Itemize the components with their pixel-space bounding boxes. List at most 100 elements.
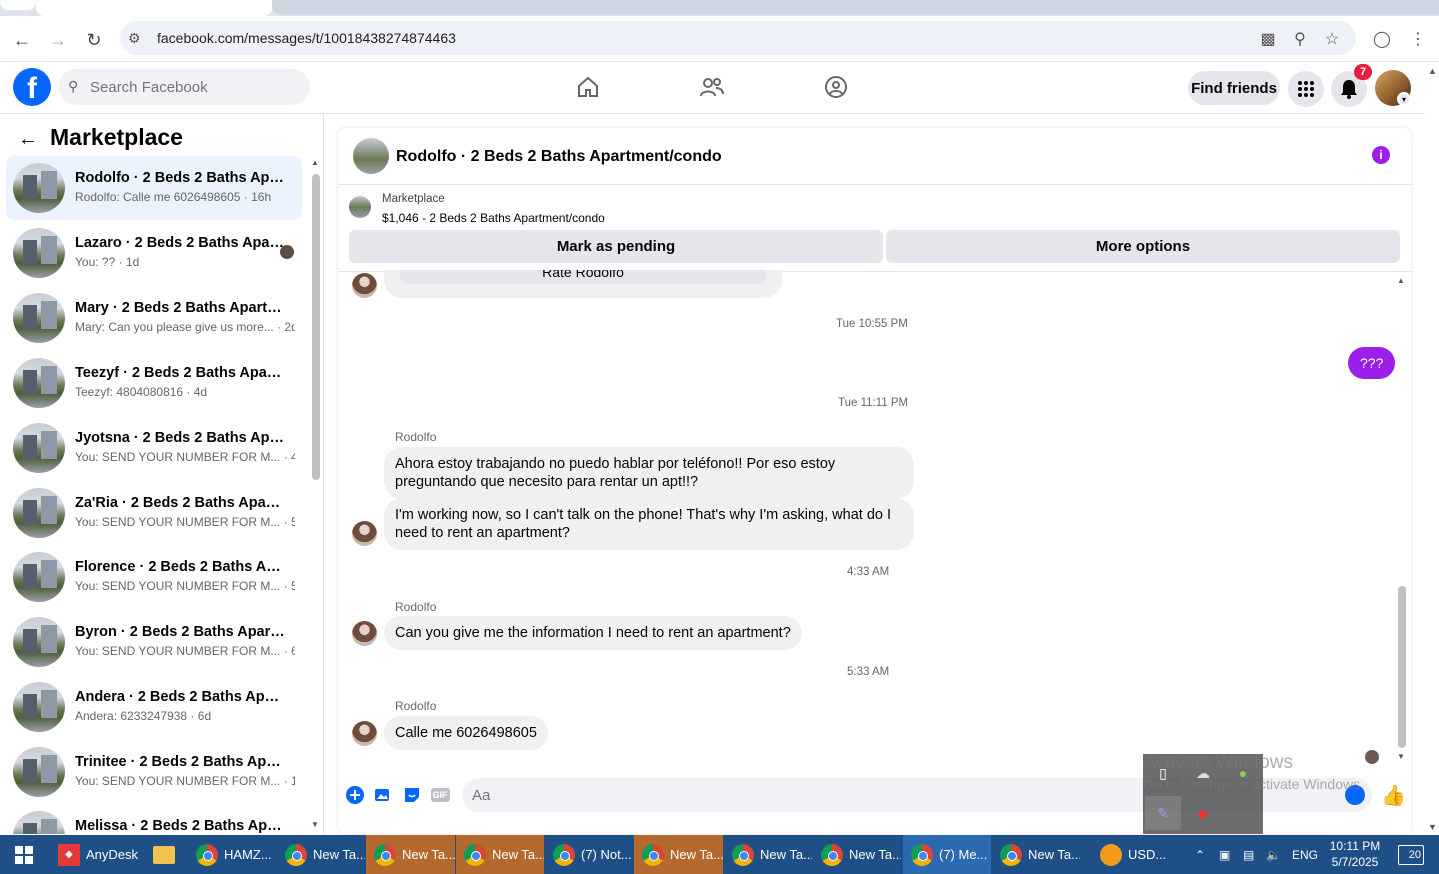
taskbar-item-chrome[interactable]: New Ta... <box>634 835 723 874</box>
taskbar-item-chrome[interactable]: New Ta... <box>724 835 812 874</box>
conversation-item[interactable]: Andera · 2 Beds 2 Baths Apartm... Andera… <box>6 675 302 739</box>
taskbar-item-anydesk[interactable]: ◆ AnyDesk <box>50 835 142 874</box>
conversation-name: Teezyf · 2 Beds 2 Baths Apartme... <box>75 365 285 381</box>
conversation-name: Rodolfo · 2 Beds 2 Baths Apart... <box>75 170 285 186</box>
language-indicator[interactable]: ENG <box>1292 835 1318 874</box>
address-bar[interactable]: ⚙ facebook.com/messages/t/10018438274874… <box>120 21 1356 55</box>
find-friends-button[interactable]: Find friends <box>1188 71 1280 105</box>
sender-avatar[interactable] <box>352 621 377 646</box>
back-arrow-icon[interactable]: ← <box>10 28 34 52</box>
chrome-icon <box>374 843 396 866</box>
conversation-item[interactable]: Rodolfo · 2 Beds 2 Baths Apart... Rodolf… <box>6 156 302 220</box>
conversation-item[interactable]: Trinitee · 2 Beds 2 Baths Apartm... You:… <box>6 740 302 804</box>
browser-tab-active[interactable] <box>36 0 272 16</box>
chat-scrollbar[interactable] <box>1398 586 1406 748</box>
profile-icon[interactable]: ◯ <box>1371 28 1393 50</box>
address-bar-url[interactable]: facebook.com/messages/t/1001843827487446… <box>157 30 456 46</box>
reload-icon[interactable]: ↻ <box>82 28 106 52</box>
taskbar-item-chrome[interactable]: HAMZ... <box>188 835 276 874</box>
message-timestamp: Tue 10:55 PM <box>836 318 908 330</box>
volume-icon[interactable]: 🔈 <box>1266 835 1281 874</box>
chat-title[interactable]: Rodolfo · 2 Beds 2 Baths Apartment/condo <box>396 148 722 166</box>
listing-price[interactable]: $1,046 - 2 Beds 2 Baths Apartment/condo <box>382 211 605 225</box>
chevron-down-icon[interactable]: ▾ <box>1397 92 1411 106</box>
zoom-icon[interactable]: ⚲ <box>1289 28 1311 50</box>
thumbs-up-icon[interactable]: 👍 <box>1381 783 1406 808</box>
info-icon[interactable]: i <box>1372 146 1390 164</box>
conversation-item[interactable]: Byron · 2 Beds 2 Baths Apartme... You: S… <box>6 610 302 674</box>
forward-arrow-icon[interactable]: → <box>46 28 70 52</box>
anydesk-tray-icon[interactable]: ◆ <box>1185 796 1221 830</box>
pen-app-icon[interactable]: ✎ <box>1145 796 1181 830</box>
conversation-name: Florence · 2 Beds 2 Baths Apart... <box>75 559 285 575</box>
facebook-logo-icon[interactable]: f <box>13 68 51 106</box>
taskbar-item-chrome[interactable]: New Ta... <box>813 835 901 874</box>
conversation-list-scrollbar[interactable] <box>312 174 320 480</box>
conversation-item[interactable]: Melissa · 2 Beds 2 Baths Apartm... <box>6 804 302 834</box>
listing-thumbnail <box>13 163 65 213</box>
photo-icon[interactable] <box>373 785 393 805</box>
listing-thumbnail[interactable] <box>349 196 371 218</box>
conversation-item[interactable]: Mary · 2 Beds 2 Baths Apartmen... Mary: … <box>6 286 302 350</box>
conversation-item[interactable]: Za'Ria · 2 Beds 2 Baths Apartme... You: … <box>6 481 302 545</box>
search-box[interactable]: ⚲ <box>58 69 310 105</box>
sender-avatar[interactable] <box>352 273 377 298</box>
chrome-icon <box>464 843 486 866</box>
incoming-message[interactable]: Calle me 6026498605 <box>384 716 548 750</box>
incoming-message[interactable]: Can you give me the information I need t… <box>384 616 802 650</box>
home-icon[interactable] <box>574 74 602 100</box>
mark-as-pending-button[interactable]: Mark as pending <box>349 230 883 263</box>
taskbar-item-file-explorer[interactable] <box>145 835 187 874</box>
browser-menu-icon[interactable]: ⋮ <box>1407 28 1429 50</box>
sticker-icon[interactable] <box>402 785 422 805</box>
message-input[interactable] <box>472 778 1172 812</box>
meet-now-icon[interactable]: ▣ <box>1219 835 1230 874</box>
gif-icon[interactable]: GIF <box>430 785 450 805</box>
taskbar-item-chrome[interactable]: New Ta... <box>366 835 455 874</box>
browser-tab-background[interactable] <box>272 0 1439 14</box>
outgoing-message[interactable]: ??? <box>1348 347 1396 379</box>
taskbar-item-chrome[interactable]: New Ta... <box>277 835 365 874</box>
back-arrow-icon[interactable]: ← <box>18 128 38 151</box>
search-input[interactable] <box>90 69 300 105</box>
network-icon[interactable]: ▤ <box>1243 835 1254 874</box>
taskbar-item-chrome[interactable]: New Ta... <box>456 835 544 874</box>
install-app-icon[interactable]: ▩ <box>1257 28 1279 50</box>
chrome-icon <box>732 843 754 866</box>
chat-avatar[interactable] <box>353 138 389 174</box>
windows-start-icon[interactable] <box>0 835 48 874</box>
incoming-message[interactable]: Ahora estoy trabajando no puedo hablar p… <box>384 447 914 499</box>
notification-center-icon[interactable]: 20 <box>1398 845 1424 865</box>
scroll-up-icon[interactable]: ▲ <box>1397 276 1405 285</box>
taskbar-item-label: New Ta... <box>492 847 544 862</box>
rate-button[interactable]: Rate Rodolfo <box>400 270 766 284</box>
sender-avatar[interactable] <box>352 721 377 746</box>
clock[interactable]: 10:11 PM 5/7/2025 <box>1320 838 1390 870</box>
scroll-down-icon[interactable]: ▼ <box>311 820 319 829</box>
incoming-message[interactable]: I'm working now, so I can't talk on the … <box>384 498 914 550</box>
plus-circle-icon[interactable] <box>345 785 365 805</box>
page-scroll-up-icon[interactable]: ▲ <box>1428 66 1437 76</box>
taskbar-item-currency[interactable]: USD... <box>1092 835 1180 874</box>
conversation-item[interactable]: Lazaro · 2 Beds 2 Baths Apart... You: ??… <box>6 221 302 285</box>
scroll-down-icon[interactable]: ▼ <box>1397 752 1405 761</box>
browser-tab-previous[interactable] <box>0 0 36 10</box>
scroll-up-icon[interactable]: ▲ <box>311 158 319 167</box>
sender-avatar[interactable] <box>352 521 377 546</box>
taskbar-item-chrome[interactable]: (7) Not... <box>545 835 633 874</box>
more-options-button[interactable]: More options <box>886 230 1400 263</box>
taskbar-item-chrome[interactable]: (7) Me... <box>903 835 991 874</box>
site-info-icon[interactable]: ⚙ <box>128 30 141 47</box>
conversation-item[interactable]: Jyotsna · 2 Beds 2 Baths Apartm... You: … <box>6 416 302 480</box>
friends-icon[interactable] <box>698 74 726 100</box>
groups-icon[interactable] <box>822 74 850 100</box>
tray-expand-icon[interactable]: ⌃ <box>1195 835 1205 874</box>
message-timestamp: Tue 11:11 PM <box>838 397 909 409</box>
conversation-item[interactable]: Teezyf · 2 Beds 2 Baths Apartme... Teezy… <box>6 351 302 415</box>
conversation-item[interactable]: Florence · 2 Beds 2 Baths Apart... You: … <box>6 545 302 609</box>
page-scroll-down-icon[interactable]: ▼ <box>1428 822 1437 832</box>
taskbar-item-chrome[interactable]: New Ta... <box>992 835 1080 874</box>
bookmark-star-icon[interactable]: ☆ <box>1321 28 1343 50</box>
notification-badge: 7 <box>1354 64 1372 80</box>
menu-grid-icon[interactable] <box>1288 71 1324 107</box>
